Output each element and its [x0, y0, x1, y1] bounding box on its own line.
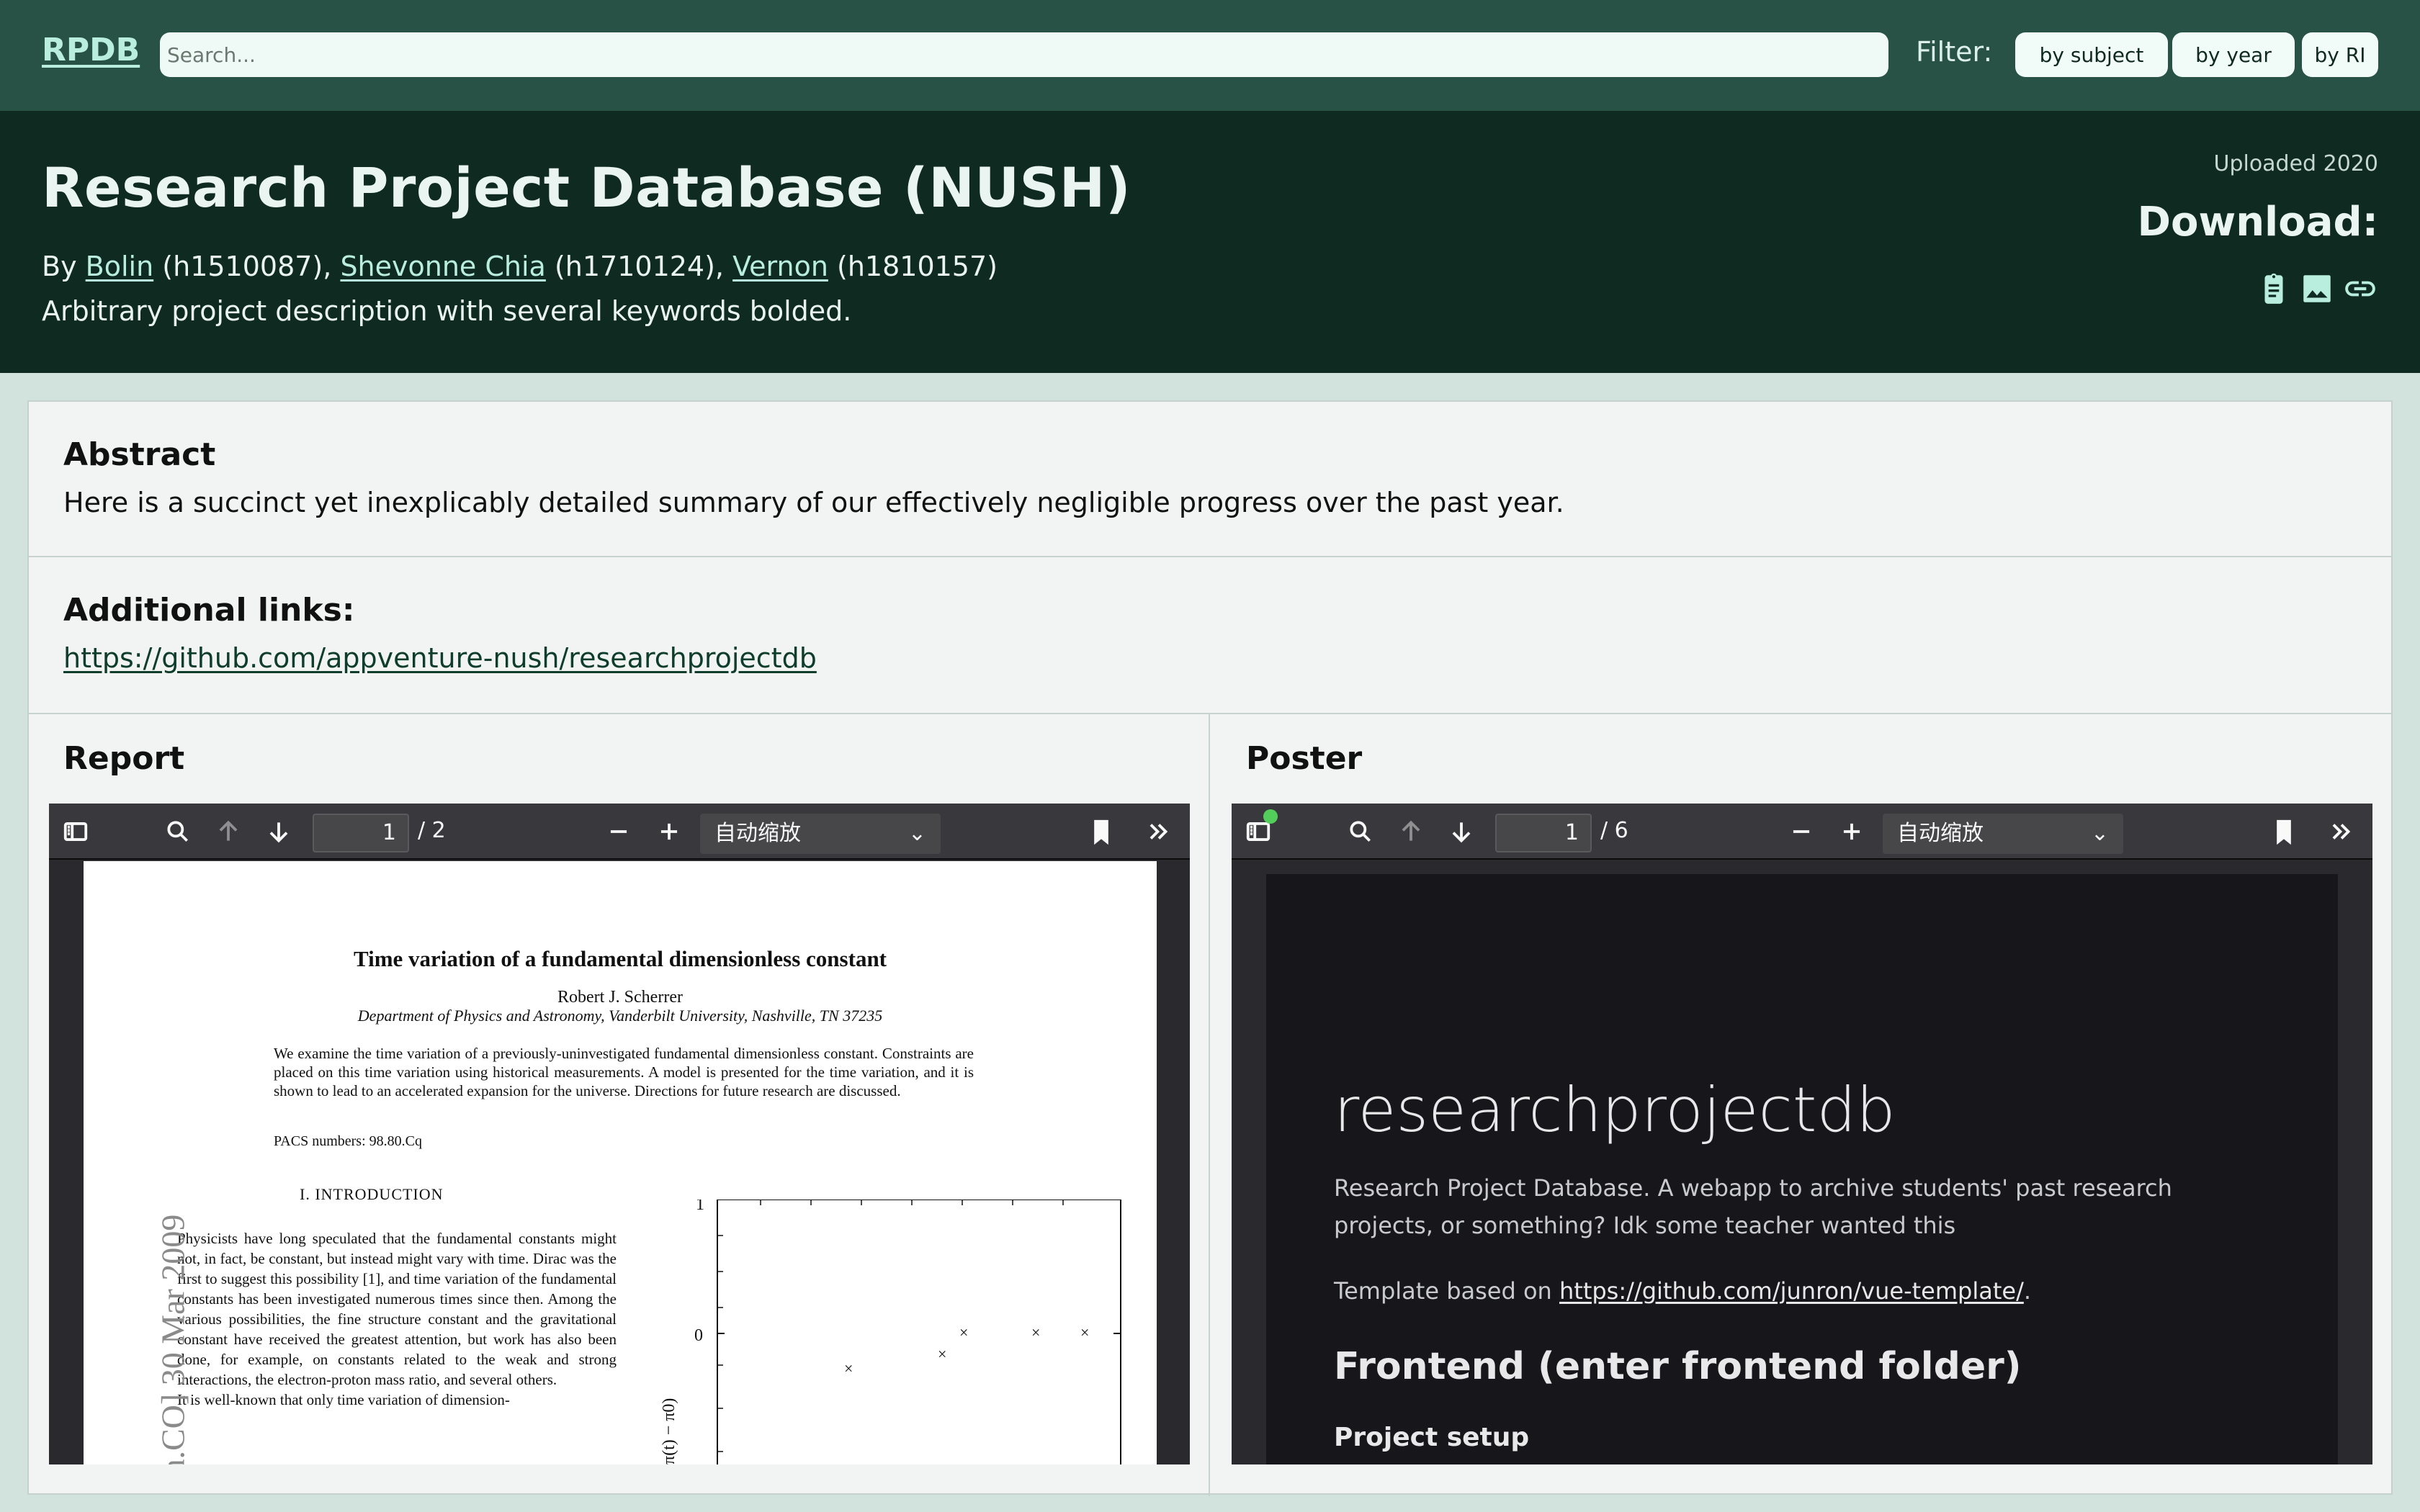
- search-icon[interactable]: [1345, 816, 1376, 847]
- zoom-in-icon[interactable]: [654, 816, 684, 847]
- poster-description: Research Project Database. A webapp to a…: [1334, 1174, 2172, 1239]
- page-number-input[interactable]: 1: [313, 814, 409, 852]
- top-nav: RPDB Filter: by subject by year by RI: [0, 0, 2420, 111]
- author-id: (h1710124),: [554, 251, 725, 282]
- github-link[interactable]: https://github.com/appventure-nush/resea…: [63, 642, 817, 674]
- poster-page: researchprojectdb Research Project Datab…: [1266, 874, 2338, 1464]
- zoom-in-icon[interactable]: [1837, 816, 1867, 847]
- notification-dot: [1263, 809, 1278, 824]
- tools-menu-icon[interactable]: [2326, 816, 2357, 847]
- report-heading: Report: [63, 740, 185, 777]
- page-title: Research Project Database (NUSH): [42, 156, 1131, 220]
- svg-text:×: ×: [959, 1323, 968, 1341]
- filter-by-ri-button[interactable]: by RI: [2302, 32, 2378, 77]
- zoom-select-value: 自动缩放: [714, 821, 801, 846]
- pdf-toolbar: 1 / 2 自动缩放 ⌄: [49, 804, 1190, 860]
- download-label: Download:: [2137, 199, 2379, 246]
- paper-author: Robert J. Scherrer: [557, 988, 683, 1007]
- poster-pdf-viewer[interactable]: 1 / 6 自动缩放 ⌄ researchprojectdb Research …: [1232, 804, 2372, 1464]
- upload-year: Uploaded 2020: [2213, 151, 2378, 176]
- page-total: / 2: [418, 818, 446, 843]
- project-card: Abstract Here is a succinct yet inexplic…: [27, 400, 2393, 1496]
- plot-ylabel: 00(π(t) − π0): [660, 1398, 678, 1464]
- zoom-out-icon[interactable]: [604, 816, 634, 847]
- logo-link[interactable]: RPDB: [42, 32, 140, 68]
- abstract-heading: Abstract: [63, 436, 216, 473]
- page-number-input[interactable]: 1: [1495, 814, 1592, 852]
- previous-page-icon[interactable]: [1396, 816, 1426, 847]
- paper-body: Physicists have long speculated that the…: [177, 1228, 617, 1410]
- search-icon[interactable]: [163, 816, 193, 847]
- link-icon[interactable]: [2342, 271, 2378, 310]
- next-page-icon[interactable]: [264, 816, 294, 847]
- poster-heading: Poster: [1246, 740, 1363, 777]
- author-id: (h1810157): [837, 251, 998, 282]
- download-icons: [2256, 271, 2378, 310]
- image-icon[interactable]: [2299, 271, 2335, 310]
- project-description: Arbitrary project description with sever…: [42, 295, 852, 327]
- author-id: (h1510087),: [162, 251, 332, 282]
- clipboard-icon[interactable]: [2256, 271, 2292, 310]
- search-input[interactable]: [160, 32, 1888, 77]
- pdf-toolbar: 1 / 6 自动缩放 ⌄: [1232, 804, 2372, 860]
- template-link[interactable]: https://github.com/junron/vue-template/: [1559, 1277, 2024, 1305]
- plot-tick-y-1: 1: [696, 1200, 704, 1214]
- template-prefix: Template based on: [1334, 1277, 1559, 1305]
- report-pdf-viewer[interactable]: 1 / 2 自动缩放 ⌄ Time variation of a fundame…: [49, 804, 1190, 1464]
- paper-body-text: Physicists have long speculated that the…: [177, 1230, 617, 1388]
- project-header: Research Project Database (NUSH) By Boli…: [0, 111, 2420, 373]
- paper-body-text-2: It is well-known that only time variatio…: [177, 1391, 510, 1408]
- plot-tick-y-0: 0: [694, 1326, 703, 1345]
- filter-by-year-button[interactable]: by year: [2172, 32, 2295, 77]
- filter-by-subject-button[interactable]: by subject: [2015, 32, 2168, 77]
- poster-heading-setup: Project setup: [1334, 1423, 1530, 1452]
- by-prefix: By: [42, 251, 77, 282]
- zoom-select[interactable]: 自动缩放 ⌄: [700, 814, 941, 854]
- links-heading: Additional links:: [63, 592, 355, 629]
- author-link-vernon[interactable]: Vernon: [732, 251, 828, 282]
- poster-heading-frontend: Frontend (enter frontend folder): [1334, 1345, 2022, 1388]
- next-page-icon[interactable]: [1446, 816, 1476, 847]
- author-line: By Bolin (h1510087), Shevonne Chia (h171…: [42, 251, 998, 282]
- page-total: / 6: [1600, 818, 1628, 843]
- filter-label: Filter:: [1916, 36, 1993, 68]
- author-link-shevonne[interactable]: Shevonne Chia: [340, 251, 545, 282]
- poster-title: researchprojectdb: [1334, 1074, 1896, 1146]
- paper-abstract: We examine the time variation of a previ…: [274, 1045, 974, 1099]
- abstract-section: Abstract Here is a succinct yet inexplic…: [29, 402, 2391, 557]
- sidebar-toggle-icon[interactable]: [60, 816, 91, 847]
- chevron-down-icon: ⌄: [908, 821, 926, 846]
- template-suffix: .: [2023, 1277, 2032, 1305]
- paper-affiliation: Department of Physics and Astronomy, Van…: [357, 1007, 883, 1025]
- paper-title: Time variation of a fundamental dimensio…: [353, 946, 887, 971]
- zoom-out-icon[interactable]: [1786, 816, 1816, 847]
- poster-template-line: Template based on https://github.com/jun…: [1334, 1277, 2031, 1305]
- bookmark-icon[interactable]: [1086, 816, 1116, 847]
- column-divider: [1209, 714, 1210, 1496]
- zoom-select-value: 自动缩放: [1897, 821, 1984, 846]
- abstract-text: Here is a succinct yet inexplicably deta…: [63, 487, 1564, 518]
- author-link-bolin[interactable]: Bolin: [86, 251, 154, 282]
- arxiv-stamp: ph.CO] 30 Mar 2009: [154, 1214, 192, 1464]
- chevron-down-icon: ⌄: [2090, 821, 2109, 846]
- svg-text:×: ×: [938, 1345, 946, 1363]
- svg-text:×: ×: [844, 1359, 853, 1377]
- zoom-select[interactable]: 自动缩放 ⌄: [1883, 814, 2123, 854]
- paper-pacs: PACS numbers: 98.80.Cq: [274, 1133, 422, 1149]
- links-section: Additional links: https://github.com/app…: [29, 557, 2391, 714]
- svg-text:×: ×: [1080, 1323, 1089, 1341]
- previous-page-icon[interactable]: [213, 816, 243, 847]
- svg-text:×: ×: [1031, 1323, 1040, 1341]
- paper-section-heading: I. INTRODUCTION: [300, 1185, 444, 1203]
- tools-menu-icon[interactable]: [1144, 816, 1174, 847]
- pdf-page: Time variation of a fundamental dimensio…: [84, 861, 1157, 1464]
- bookmark-icon[interactable]: [2269, 816, 2299, 847]
- paper-figure: 1 0 00(π(t) − π0) × × × × ×: [660, 1200, 1121, 1464]
